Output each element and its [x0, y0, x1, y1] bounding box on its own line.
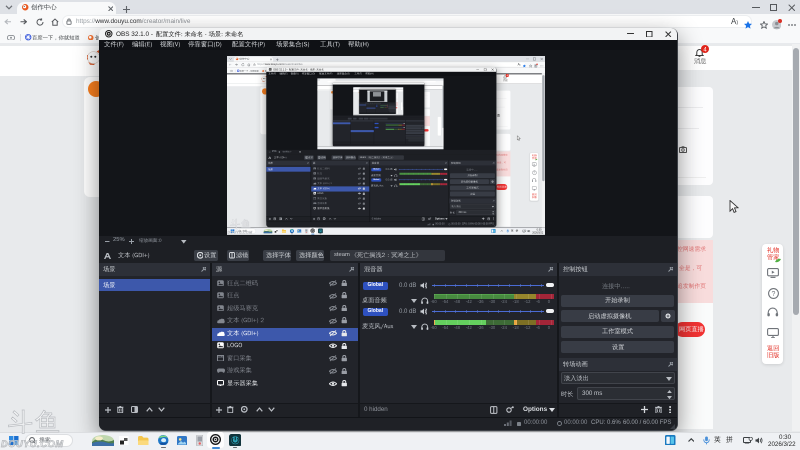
svg-text:?: ? — [771, 290, 775, 297]
